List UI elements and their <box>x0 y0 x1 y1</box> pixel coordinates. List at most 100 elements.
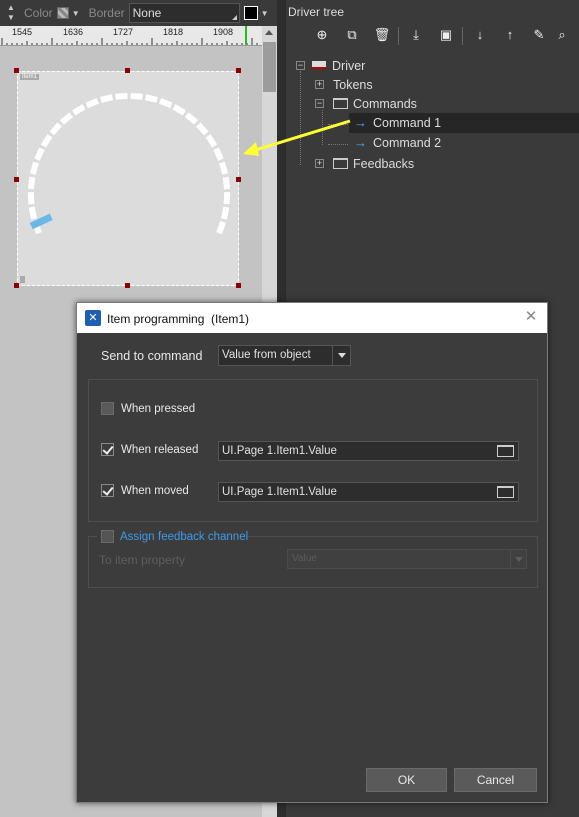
tree-node-label: Driver <box>332 59 366 73</box>
when-released-label: When released <box>121 444 199 456</box>
to-item-property-value: Value <box>292 553 317 564</box>
spin-icon[interactable]: ▲ ▼ <box>4 3 18 23</box>
when-moved-value: UI.Page 1.Item1.Value <box>222 486 337 498</box>
gauge-segment <box>222 176 231 190</box>
tree-node-command-2[interactable]: → Command 2 <box>349 133 441 153</box>
tree-node-label: Command 1 <box>373 116 442 130</box>
when-released-checkbox[interactable] <box>101 443 114 456</box>
when-released-field[interactable]: UI.Page 1.Item1.Value <box>218 441 519 461</box>
tree-guide <box>322 110 323 145</box>
folder-icon[interactable] <box>497 486 514 498</box>
import-icon[interactable]: ⤓ <box>406 25 426 45</box>
clean-icon[interactable]: ✎ <box>529 25 549 45</box>
assign-feedback-checkbox[interactable] <box>101 530 114 543</box>
feedback-channel-link[interactable]: feedback channel <box>158 531 248 543</box>
tree-node-label: Feedbacks <box>353 157 415 171</box>
tree-node-command-1[interactable]: → Command 1 <box>349 113 579 133</box>
chevron-down-icon[interactable]: ▼ <box>261 9 269 18</box>
ruler-label: 1636 <box>63 27 84 37</box>
ruler-label: 1545 <box>12 27 33 37</box>
resize-handle[interactable] <box>14 283 19 288</box>
resize-handle[interactable] <box>125 68 130 73</box>
chevron-down-icon[interactable] <box>332 346 350 365</box>
ruler-label: 1908 <box>213 27 234 37</box>
delete-icon[interactable]: 🗑 <box>372 25 392 45</box>
gauge-graphic <box>27 92 231 235</box>
horizontal-ruler: 1545 1636 1727 1818 1908 <box>0 26 262 46</box>
tree-node-label: Commands <box>353 97 417 111</box>
to-item-property-label: To item property <box>99 553 186 567</box>
dialog-titlebar[interactable]: ✕ Item programming (Item1) ✕ <box>77 303 547 333</box>
tree-guide <box>300 71 301 165</box>
resize-handle[interactable] <box>125 283 130 288</box>
resize-handle[interactable] <box>14 177 19 182</box>
send-to-command-select[interactable]: Value from object <box>218 345 351 366</box>
border-color-swatch[interactable] <box>243 6 258 20</box>
driver-icon <box>312 61 326 69</box>
gauge-segment <box>205 134 218 148</box>
assign-link[interactable]: Assign <box>120 531 155 543</box>
when-released-value: UI.Page 1.Item1.Value <box>222 445 337 457</box>
add-icon[interactable]: ⊕ <box>312 25 332 45</box>
gauge-segment <box>40 134 53 148</box>
gauge-segment <box>159 98 173 109</box>
to-item-property-select[interactable]: Value <box>287 549 527 569</box>
tree-node-driver[interactable]: Driver <box>312 56 365 76</box>
tree-node-commands[interactable]: Commands <box>333 94 417 114</box>
move-down-icon[interactable]: ↓ <box>470 25 490 45</box>
gauge-segment <box>27 176 36 190</box>
command-arrow-icon: → <box>354 135 367 150</box>
gauge-segment <box>130 92 143 100</box>
tree-node-label: Command 2 <box>373 136 442 150</box>
when-moved-label: When moved <box>121 485 189 497</box>
send-to-command-label: Send to command <box>101 349 203 363</box>
toolbar-separator <box>398 27 399 45</box>
when-moved-checkbox[interactable] <box>101 484 114 497</box>
cancel-button[interactable]: Cancel <box>454 768 537 792</box>
resize-handle[interactable] <box>236 68 241 73</box>
duplicate-icon[interactable]: ⧉ <box>342 25 362 45</box>
color-swatch[interactable] <box>56 7 69 19</box>
resize-handle[interactable] <box>14 68 19 73</box>
format-toolbar: ▲ ▼ Color ▼ Border None ▼ <box>0 0 277 26</box>
gauge-segment <box>59 112 74 125</box>
scroll-up-icon[interactable] <box>265 30 273 35</box>
chevron-down-icon[interactable] <box>510 550 526 568</box>
tree-guide <box>328 124 348 125</box>
gauge-item[interactable]: Item1 <box>17 71 239 286</box>
command-arrow-icon: → <box>354 115 367 130</box>
gauge-segment <box>29 161 39 175</box>
gauge-segment <box>216 220 226 235</box>
send-to-command-value: Value from object <box>222 349 311 361</box>
ok-button[interactable]: OK <box>366 768 447 792</box>
move-up-icon[interactable]: ↑ <box>500 25 520 45</box>
gauge-segment <box>85 98 99 109</box>
folder-icon <box>333 158 348 169</box>
tools-icon: ✕ <box>85 310 101 326</box>
collapse-icon[interactable]: − <box>296 61 305 70</box>
close-icon[interactable]: ✕ <box>523 309 539 325</box>
resize-handle[interactable] <box>236 177 241 182</box>
folder-icon <box>333 98 348 109</box>
tree-node-label: Tokens <box>333 78 373 92</box>
gauge-segment <box>115 92 128 100</box>
collapse-icon[interactable]: − <box>315 99 324 108</box>
tree-node-feedbacks[interactable]: Feedbacks <box>333 154 414 174</box>
folder-icon[interactable] <box>497 445 514 457</box>
border-select[interactable]: None <box>128 3 240 23</box>
item-tag-marker <box>20 276 25 283</box>
expand-icon[interactable]: + <box>315 80 324 89</box>
search-icon[interactable]: ⌕ <box>552 25 572 45</box>
tree-guide <box>328 144 348 145</box>
gauge-segment <box>213 147 224 161</box>
device-icon[interactable]: ▣ <box>436 25 456 45</box>
resize-handle[interactable] <box>236 283 241 288</box>
chevron-down-icon[interactable]: ▼ <box>72 9 80 18</box>
when-moved-field[interactable]: UI.Page 1.Item1.Value <box>218 482 519 502</box>
expand-icon[interactable]: + <box>315 159 324 168</box>
scrollbar-thumb[interactable] <box>263 42 276 92</box>
tree-node-tokens[interactable]: Tokens <box>333 75 373 95</box>
gauge-segment <box>72 104 86 116</box>
color-label: Color <box>24 6 53 20</box>
when-pressed-checkbox[interactable] <box>101 402 114 415</box>
